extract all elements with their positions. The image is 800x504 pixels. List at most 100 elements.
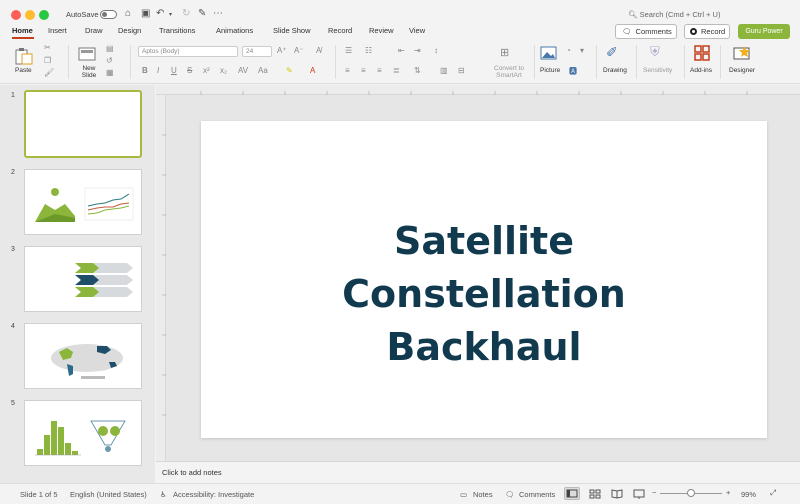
font-name-select[interactable]: Aptos (Body) [138,46,238,57]
accessibility-icon[interactable]: ♿︎ [160,490,167,499]
tab-home[interactable]: Home [12,26,33,35]
cut-icon[interactable]: ✂ [44,43,51,52]
format-painter-brush-icon[interactable]: 🖌︎ [44,68,54,77]
highlight-icon[interactable]: ✎ [286,66,293,75]
slide-sorter-view-button[interactable] [587,487,603,500]
slide-thumbnail-5[interactable] [24,400,142,466]
zoom-slider-handle[interactable] [687,489,695,497]
normal-view-button[interactable] [564,487,580,500]
guru-power-button[interactable]: Guru Power [738,24,790,39]
bold-icon[interactable]: B [142,66,148,75]
slideshow-view-button[interactable] [631,487,647,500]
slide-counter: Slide 1 of 5 [20,490,58,499]
shapes-icon[interactable]: ◔ [566,46,571,55]
align-center-icon[interactable]: ≡ [361,66,366,75]
paste-icon[interactable] [14,47,34,65]
slide-thumbnails-pane[interactable]: 1 2 3 4 5 [0,85,155,483]
more-icon[interactable]: ⋯ [213,8,223,19]
accessibility-status[interactable]: Accessibility: Investigate [173,490,254,499]
comments-button[interactable]: 🗨︎ Comments [615,24,677,39]
undo-dropdown-icon[interactable]: ▾ [169,11,172,18]
subscript-icon[interactable]: x₂ [220,66,227,75]
designer-label: Designer [729,67,756,74]
align-right-icon[interactable]: ≡ [377,66,382,75]
save-icon[interactable]: ▣ [141,8,150,19]
ribbon-separator [684,45,685,79]
tab-record[interactable]: Record [328,26,352,35]
align-left-icon[interactable]: ≡ [345,66,350,75]
reading-view-button[interactable] [609,487,625,500]
notes-pane[interactable]: Click to add notes [156,461,800,483]
tab-design[interactable]: Design [118,26,141,35]
text-direction-icon[interactable]: ⇅ [414,66,421,75]
slide-thumbnail-2[interactable] [24,169,142,235]
slide-thumbnail-4[interactable] [24,323,142,389]
home-icon[interactable]: ⌂ [125,8,131,19]
character-spacing-icon[interactable]: AV [238,66,248,75]
zoom-in-icon[interactable]: + [726,488,730,497]
autosave-toggle[interactable] [100,10,117,19]
record-button[interactable]: Record [684,24,730,39]
numbering-icon[interactable]: ☷ [365,46,372,55]
add-ins-icon[interactable] [694,45,710,61]
strikethrough-icon[interactable]: S [187,66,192,75]
tab-transitions[interactable]: Transitions [159,26,195,35]
notes-icon[interactable]: ▭ [460,490,467,499]
reset-icon[interactable]: ↺ [106,56,113,65]
decrease-indent-icon[interactable]: ⇤ [398,46,405,55]
change-case-icon[interactable]: Aa [258,66,268,75]
slide-title[interactable]: Satellite Constellation Backhaul [334,215,634,374]
italic-icon[interactable]: I [157,66,159,75]
justify-icon[interactable]: ≣ [393,66,400,75]
tab-slide-show[interactable]: Slide Show [273,26,311,35]
tab-insert[interactable]: Insert [48,26,67,35]
format-painter-icon[interactable]: ✎ [198,8,206,19]
slide-thumbnail-1[interactable] [24,90,142,158]
zoom-window-button[interactable] [39,10,49,20]
close-window-button[interactable] [11,10,21,20]
line-spacing-icon[interactable]: ↕ [434,46,438,55]
current-slide-canvas[interactable]: Satellite Constellation Backhaul [201,121,767,438]
minimize-window-button[interactable] [25,10,35,20]
horizontal-ruler[interactable] [156,85,800,95]
text-box-icon[interactable]: 🅰︎ [569,66,577,77]
undo-icon[interactable]: ↶ [156,8,164,19]
search-field[interactable]: 🔍︎ Search (Cmd + Ctrl + U) [628,10,720,19]
status-comment-icon[interactable]: 🗨︎ [505,490,515,499]
redo-icon[interactable]: ↻ [182,8,190,19]
align-text-icon[interactable]: ⊟ [458,66,465,75]
copy-icon[interactable]: ❐ [44,56,51,65]
underline-icon[interactable]: U [171,66,177,75]
shapes-dropdown-icon[interactable]: ▾ [580,46,584,55]
tab-animations[interactable]: Animations [216,26,253,35]
section-icon[interactable]: ▦ [106,68,114,77]
decrease-font-icon[interactable]: A⁻ [294,46,304,55]
picture-icon[interactable] [540,46,558,61]
slide-thumbnail-3[interactable] [24,246,142,312]
smartart-icon[interactable]: ⊞ [500,46,509,59]
tab-draw[interactable]: Draw [85,26,103,35]
increase-font-icon[interactable]: A⁺ [277,46,287,55]
increase-indent-icon[interactable]: ⇥ [414,46,421,55]
zoom-out-icon[interactable]: − [652,488,656,497]
zoom-level[interactable]: 99% [741,490,756,499]
notes-toggle[interactable]: Notes [473,490,493,499]
language-indicator[interactable]: English (United States) [70,490,147,499]
sensitivity-icon[interactable]: ⛨ [650,44,660,60]
layout-icon[interactable]: ▤ [106,44,114,53]
columns-icon[interactable]: ▥ [440,66,448,75]
tab-view[interactable]: View [409,26,425,35]
superscript-icon[interactable]: x² [203,66,210,75]
fit-to-window-icon[interactable]: ⤢ [770,488,776,498]
designer-icon[interactable] [733,45,751,61]
drawing-icon[interactable]: ✐ [606,44,618,61]
font-size-select[interactable]: 24 [242,46,272,57]
active-tab-indicator [12,37,34,39]
bullets-icon[interactable]: ☰ [345,46,352,55]
vertical-ruler[interactable] [156,95,166,461]
new-slide-icon[interactable] [78,46,98,64]
font-color-icon[interactable]: A [310,66,315,75]
tab-review[interactable]: Review [369,26,394,35]
comments-toggle[interactable]: Comments [519,490,555,499]
clear-formatting-icon[interactable]: A̸ [316,46,321,55]
